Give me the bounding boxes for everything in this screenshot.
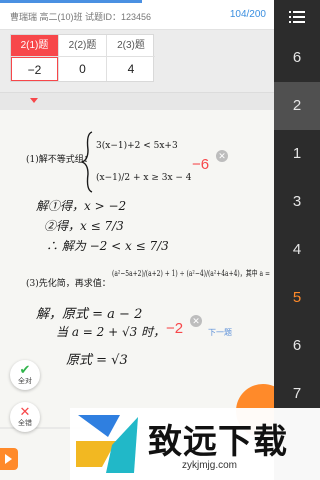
watermark-text: 致远下载 (148, 422, 288, 462)
rail-item-5[interactable]: 4 (274, 226, 320, 274)
rail-item-1[interactable]: 6 (274, 34, 320, 82)
list-menu-icon (289, 11, 305, 23)
menu-button[interactable] (274, 0, 320, 34)
score-cell-value: −2 (11, 57, 58, 81)
cross-icon: ✕ (19, 404, 31, 419)
grading-screen: 曹瑞瑞 高二(10)班 试题ID：123456 104/200 2(1)题 −2… (0, 0, 320, 480)
watermark-url: zykjmjg.com (182, 460, 238, 471)
q1-label: (1)解不等式组： (26, 153, 93, 165)
q3-expr: (a²−5a+2)/(a+2) + 1) ÷ (a²−4)/(a²+4a+4)，… (112, 268, 270, 278)
q1-work3: ∴ 解为 −2 < x ≤ 7/3 (46, 239, 169, 253)
progress-count: 104/200 (229, 9, 266, 20)
caret-down-icon (30, 98, 38, 103)
check-icon: ✔ (19, 362, 31, 377)
rail-item-4[interactable]: 3 (274, 178, 320, 226)
play-arrow-icon (5, 454, 12, 464)
score-cell-value: 0 (79, 62, 86, 76)
q3-label: (3)先化简，再求值： (26, 277, 111, 289)
all-wrong-button[interactable]: ✕ 全错 (10, 402, 40, 432)
score-cell-2[interactable]: 2(2)题 0 (59, 35, 107, 81)
close-icon[interactable]: ✕ (190, 315, 202, 327)
q1-line2: (x−1)/2 + x ≥ 3x − 4 (96, 172, 192, 183)
rail-item-2[interactable]: 2 (274, 82, 320, 130)
q1-line1: 3(x−1)+2 < 5x+3 (96, 140, 178, 151)
score-cell-label: 2(2)题 (59, 35, 106, 57)
all-correct-label: 全对 (18, 378, 32, 385)
q1-work1: 解①得，x > −2 (36, 199, 126, 213)
progress-bar (0, 0, 143, 3)
rail-item-6[interactable]: 5 (274, 274, 320, 322)
score-cell-3[interactable]: 2(3)题 4 (107, 35, 155, 81)
next-question-link[interactable]: 下一题 (208, 327, 232, 338)
watermark: 致远下载 zykjmjg.com (70, 408, 320, 480)
q1-score-mark: −6 (192, 156, 210, 173)
score-cell-label: 2(1)题 (11, 35, 58, 57)
zhiyuan-logo-icon (76, 415, 138, 473)
close-icon[interactable]: ✕ (216, 150, 228, 162)
score-cell-label: 2(3)题 (107, 35, 155, 57)
score-cell-1[interactable]: 2(1)题 −2 (11, 35, 59, 81)
score-table: 2(1)题 −2 2(2)题 0 2(3)题 4 (10, 34, 155, 82)
rail-item-7[interactable]: 6 (274, 322, 320, 370)
score-cell-value: 4 (127, 62, 135, 76)
all-wrong-label: 全错 (18, 420, 32, 427)
q3-work3: 原式 = √3 (66, 353, 128, 368)
rail-item-3[interactable]: 1 (274, 130, 320, 178)
header-bar: 曹瑞瑞 高二(10)班 试题ID：123456 104/200 (0, 0, 274, 30)
q3-work2: 当 a = 2 + √3 时， (56, 325, 165, 339)
q3-work1: 解，原式 = a − 2 (36, 307, 142, 322)
q1-work2: ②得，x ≤ 7/3 (44, 219, 124, 233)
all-correct-button[interactable]: ✔ 全对 (10, 360, 40, 390)
collapse-strip[interactable] (0, 92, 274, 110)
expand-tab[interactable] (0, 448, 18, 470)
student-info: 曹瑞瑞 高二(10)班 试题ID：123456 (10, 12, 152, 22)
q2-score-mark: −2 (166, 320, 184, 337)
